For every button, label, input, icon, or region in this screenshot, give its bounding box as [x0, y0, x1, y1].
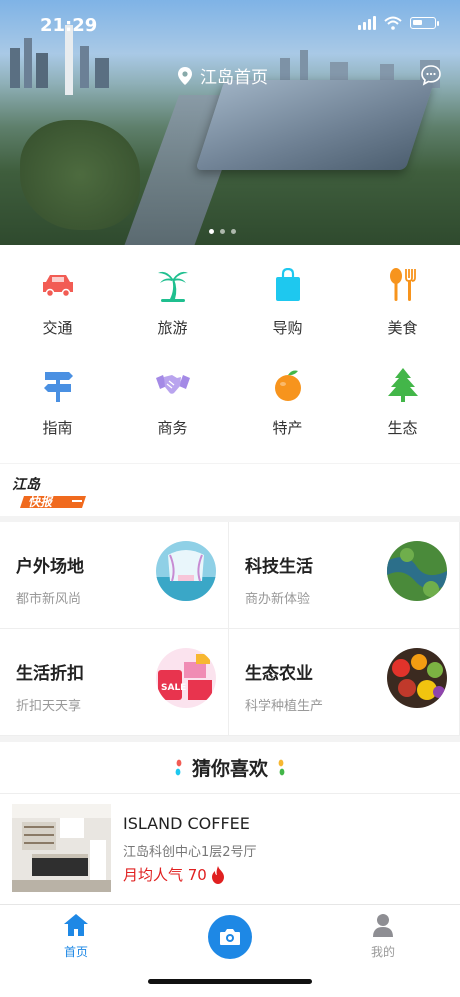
user-icon [373, 914, 393, 937]
category-label: 商务 [157, 419, 188, 437]
promo-title: 生活折扣 [16, 664, 84, 684]
home-icon [64, 914, 88, 936]
camera-icon [220, 929, 240, 945]
status-icons [358, 16, 439, 30]
listing-address: 江岛科创中心1层2号厅 [123, 845, 257, 860]
category-label: 美食 [387, 319, 418, 337]
news-logo: 江岛 快报 [12, 476, 86, 509]
banner-dot[interactable] [209, 229, 214, 234]
camera-button[interactable] [208, 915, 252, 959]
car-icon [38, 265, 78, 305]
promo-card-eco-agriculture[interactable]: 生态农业 科学种植生产 [229, 629, 460, 736]
wifi-icon [384, 16, 402, 30]
promo-subtitle: 科学种植生产 [245, 699, 324, 714]
listing-popularity: 月均人气 70 [123, 864, 225, 885]
tab-me[interactable]: 我的 [343, 913, 423, 960]
handshake-icon [153, 365, 193, 405]
promo-subtitle: 折扣天天享 [16, 699, 82, 714]
home-indicator [148, 979, 312, 984]
news-logo-text-2: 快报 [28, 495, 54, 509]
orange-fruit-icon [268, 365, 308, 405]
guess-header: 猜你喜欢 [0, 742, 460, 794]
tab-home-label: 首页 [63, 945, 88, 959]
listing-popularity-text: 月均人气 70 [123, 866, 207, 884]
pine-tree-icon [383, 365, 423, 405]
convention-center-graphic [195, 80, 435, 170]
guess-title: 猜你喜欢 [191, 758, 268, 780]
spoon-fork-icon [383, 265, 423, 305]
news-logo-text-1: 江岛 [12, 476, 41, 493]
decor-left-icon [175, 759, 182, 775]
tab-me-label: 我的 [370, 945, 395, 959]
banner-pagination [209, 229, 236, 234]
message-icon[interactable] [420, 64, 442, 86]
category-label: 特产 [272, 419, 303, 437]
promo-title: 户外场地 [16, 557, 84, 577]
listing-item[interactable]: ISLAND COFFEE 江岛科创中心1层2号厅 月均人气 70 [0, 794, 460, 904]
shopping-bag-icon [268, 265, 308, 305]
category-label: 指南 [42, 419, 73, 437]
promo-subtitle: 商办新体验 [245, 592, 311, 607]
category-label: 交通 [42, 319, 73, 337]
promo-title: 生态农业 [245, 664, 313, 684]
status-time: 21:29 [40, 15, 98, 36]
banner-dot[interactable] [220, 229, 225, 234]
category-label: 旅游 [157, 319, 188, 337]
category-travel[interactable]: 旅游 [115, 257, 230, 357]
promo-grid: 户外场地 都市新风尚 科技生活 商办新体验 生活折扣 折扣天天享 SALE 生态… [0, 522, 460, 736]
signpost-icon [38, 365, 78, 405]
listing-name: ISLAND COFFEE [123, 814, 250, 833]
category-grid: 交通 旅游 导购 美食 指南 商务 特产 生态 [0, 245, 460, 463]
outdoor-venue-thumbnail [156, 541, 216, 601]
aerial-island-thumbnail [387, 541, 447, 601]
category-label: 导购 [272, 319, 303, 337]
category-specialty[interactable]: 特产 [230, 357, 345, 455]
park-graphic [20, 120, 140, 230]
svg-text:SALE: SALE [161, 683, 186, 693]
category-food[interactable]: 美食 [345, 257, 460, 357]
news-strip[interactable]: 江岛 快报 [0, 464, 460, 516]
category-ecology[interactable]: 生态 [345, 357, 460, 455]
hero-banner[interactable]: 21:29 江岛首页 [0, 0, 460, 245]
location-label: 江岛首页 [200, 68, 268, 88]
location-pin-icon [178, 66, 192, 85]
promo-title: 科技生活 [245, 557, 313, 577]
category-shopping[interactable]: 导购 [230, 257, 345, 357]
listing-thumbnail [12, 804, 111, 892]
promo-card-outdoor[interactable]: 户外场地 都市新风尚 [0, 522, 229, 629]
sale-gifts-thumbnail: SALE [156, 648, 216, 708]
promo-card-tech-life[interactable]: 科技生活 商办新体验 [229, 522, 460, 629]
fire-icon [211, 865, 224, 884]
promo-subtitle: 都市新风尚 [16, 592, 82, 607]
banner-dot[interactable] [231, 229, 236, 234]
tab-home[interactable]: 首页 [36, 913, 116, 960]
decor-right-icon [278, 759, 285, 775]
battery-icon [410, 17, 439, 29]
category-business[interactable]: 商务 [115, 357, 230, 455]
signal-icon [358, 16, 376, 30]
fruits-vegetables-thumbnail [387, 648, 447, 708]
category-traffic[interactable]: 交通 [0, 257, 115, 357]
palm-tree-icon [153, 265, 193, 305]
promo-card-discount[interactable]: 生活折扣 折扣天天享 SALE [0, 629, 229, 736]
category-guide[interactable]: 指南 [0, 357, 115, 455]
category-label: 生态 [387, 419, 418, 437]
location-selector[interactable]: 江岛首页 [178, 63, 268, 88]
